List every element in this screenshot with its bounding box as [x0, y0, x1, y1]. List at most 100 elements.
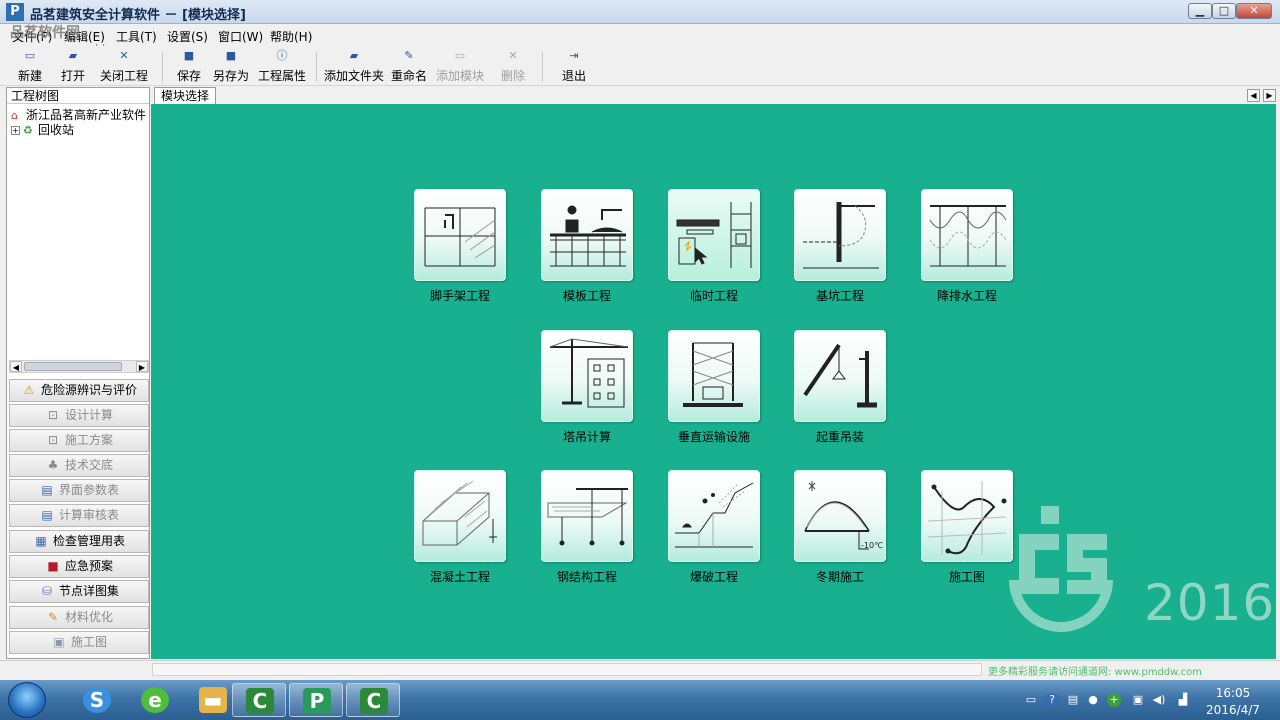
tray-app-icon[interactable]: ▤ — [1066, 693, 1080, 707]
start-button[interactable] — [8, 682, 46, 718]
project-tree-panel: 工程树图 ⌂ 浙江品茗高新产业软件 + ♻ 回收站 ◀ ▶ ⚠ 危险源辨识与评价 ⊡ 设计… — [6, 87, 150, 659]
new-button[interactable]: ▭ 新建 — [16, 50, 44, 84]
menu-settings[interactable]: 设置(S) — [167, 28, 208, 45]
tree-horizontal-scrollbar[interactable]: ◀ ▶ — [9, 360, 149, 373]
menu-window[interactable]: 窗口(W) — [218, 28, 263, 45]
minimize-button[interactable]: ▁ — [1188, 3, 1212, 19]
dewatering-icon — [921, 189, 1013, 281]
camtasia-recorder-icon: C — [360, 688, 388, 714]
vertical-transport-icon — [668, 330, 760, 422]
scroll-left-arrow-icon[interactable]: ◀ — [10, 361, 22, 372]
save-as-button[interactable]: ■ 另存为 — [213, 50, 249, 84]
delete-icon: ✕ — [508, 49, 518, 62]
rename-icon: ✎ — [404, 49, 414, 62]
tab-scroll-left-icon[interactable]: ◀ — [1247, 89, 1260, 102]
taskbar-app-camtasia-recorder[interactable]: C — [346, 683, 400, 717]
module-workspace: 脚手架工程 模板工程 临时工程 基坑工程 降排水工程 塔吊计算 垂直运输设施 起… — [151, 104, 1276, 659]
nav-emergency-plan[interactable]: ■ 应急预案 — [9, 555, 149, 578]
record-icon[interactable]: ● — [1086, 693, 1100, 707]
new-file-icon: ▭ — [24, 49, 36, 62]
tower-crane-icon — [541, 330, 633, 422]
module-vertical-transport[interactable]: 垂直运输设施 — [654, 330, 774, 445]
toolbar: ▭ 新建 ▰ 打开 ✕ 关闭工程 ■ 保存 ■ 另存为 ⓘ 工程属性 ▰ 添加文… — [0, 46, 1280, 86]
app-icon: P — [6, 3, 24, 21]
keyboard-icon[interactable]: ▭ — [1024, 693, 1038, 707]
taskbar-app-sogou[interactable]: S — [70, 683, 124, 717]
param-table-icon: ▤ — [41, 483, 53, 497]
project-properties-button[interactable]: ⓘ 工程属性 — [258, 50, 306, 84]
nav-construction-drawing[interactable]: ▣ 施工图 — [9, 631, 149, 654]
audit-table-icon: ▤ — [41, 508, 53, 522]
tree-node-project[interactable]: ⌂ 浙江品茗高新产业软件 — [11, 108, 149, 123]
folder-icon: ▬ — [199, 687, 227, 713]
module-concrete[interactable]: 混凝土工程 — [400, 470, 520, 585]
open-folder-icon: ▰ — [68, 49, 78, 62]
nav-hazard-identification[interactable]: ⚠ 危险源辨识与评价 — [9, 379, 149, 402]
nav-technical-disclosure[interactable]: ♣ 技术交底 — [9, 454, 149, 477]
tab-strip: 模块选择 ◀ ▶ — [151, 87, 1280, 104]
close-project-icon: ✕ — [119, 49, 129, 62]
module-temporary[interactable]: 临时工程 — [654, 189, 774, 304]
tree-expander[interactable]: + — [11, 126, 20, 135]
module-scaffold[interactable]: 脚手架工程 — [400, 189, 520, 304]
scaffold-icon — [414, 189, 506, 281]
nav-material-optimization[interactable]: ✎ 材料优化 — [9, 606, 149, 629]
network-icon[interactable]: ▣ — [1131, 693, 1145, 707]
tree-panel-title: 工程树图 — [7, 88, 149, 104]
module-foundation-pit[interactable]: 基坑工程 — [780, 189, 900, 304]
volume-icon[interactable]: ◀) — [1152, 693, 1166, 707]
close-button[interactable]: ✕ — [1236, 3, 1272, 19]
module-tower-crane[interactable]: 塔吊计算 — [527, 330, 647, 445]
winter-construction-icon: -10℃ — [794, 470, 886, 562]
tab-scroll-right-icon[interactable]: ▶ — [1263, 89, 1276, 102]
nav-detail-drawings[interactable]: ⛁ 节点详图集 — [9, 580, 149, 603]
nav-design-calculation[interactable]: ⊡ 设计计算 — [9, 404, 149, 427]
module-formwork[interactable]: 模板工程 — [527, 189, 647, 304]
add-module-button[interactable]: ▭ 添加模块 — [436, 50, 484, 84]
close-project-button[interactable]: ✕ 关闭工程 — [100, 50, 148, 84]
add-module-icon: ▭ — [454, 49, 466, 62]
clock-date[interactable]: 2016/4/7 — [1202, 703, 1264, 717]
disclosure-icon: ♣ — [47, 458, 59, 472]
maximize-button[interactable]: □ — [1212, 3, 1236, 19]
open-button[interactable]: ▰ 打开 — [60, 50, 86, 84]
add-icon[interactable]: + — [1107, 693, 1121, 707]
formwork-icon — [541, 189, 633, 281]
nav-construction-plan[interactable]: ⊡ 施工方案 — [9, 429, 149, 452]
sogou-icon: S — [83, 687, 111, 713]
rename-button[interactable]: ✎ 重命名 — [390, 50, 428, 84]
recycle-bin-icon: ♻ — [23, 124, 33, 137]
tree-node-recycle-bin[interactable]: + ♻ 回收站 — [11, 123, 149, 138]
nav-inspection-tables[interactable]: ▦ 检查管理用表 — [9, 530, 149, 553]
module-winter-construction[interactable]: -10℃ 冬期施工 — [780, 470, 900, 585]
foundation-pit-icon — [794, 189, 886, 281]
toolbar-separator — [542, 52, 543, 82]
taskbar-app-pinming[interactable]: P — [289, 683, 343, 717]
taskbar-app-browser[interactable]: e — [128, 683, 182, 717]
signal-icon[interactable]: ▟ — [1176, 693, 1190, 707]
tab-module-selection[interactable]: 模块选择 — [154, 87, 217, 104]
status-tip[interactable]: 更多精彩服务请访问通道网: www.pmddw.com — [988, 663, 1202, 678]
nav-parameter-table[interactable]: ▤ 界面参数表 — [9, 479, 149, 502]
module-hoisting[interactable]: 起重吊装 — [780, 330, 900, 445]
calc-icon: ⊡ — [47, 408, 59, 422]
module-dewatering[interactable]: 降排水工程 — [907, 189, 1027, 304]
module-blasting[interactable]: 爆破工程 — [654, 470, 774, 585]
clock-time[interactable]: 16:05 — [1208, 686, 1258, 700]
menu-help[interactable]: 帮助(H) — [270, 28, 312, 45]
exit-button[interactable]: ⇥ 退出 — [561, 50, 587, 84]
help-icon[interactable]: ? — [1045, 693, 1059, 707]
save-button[interactable]: ■ 保存 — [176, 50, 202, 84]
scroll-thumb[interactable] — [24, 362, 122, 371]
nav-audit-table[interactable]: ▤ 计算审核表 — [9, 504, 149, 527]
delete-button[interactable]: ✕ 删除 — [500, 50, 526, 84]
status-field — [152, 663, 982, 676]
scroll-right-arrow-icon[interactable]: ▶ — [136, 361, 148, 372]
taskbar-app-camtasia[interactable]: C — [232, 683, 286, 717]
svg-text:-10℃: -10℃ — [861, 541, 883, 550]
add-folder-button[interactable]: ▰ 添加文件夹 — [324, 50, 384, 84]
menu-bar: 文件(F) 编辑(E) 工具(T) 设置(S) 窗口(W) 帮助(H) — [0, 25, 1280, 46]
module-steel-structure[interactable]: 钢结构工程 — [527, 470, 647, 585]
check-table-icon: ▦ — [35, 534, 47, 548]
window-title: 品茗建筑安全计算软件 － [模块选择] — [30, 8, 246, 23]
